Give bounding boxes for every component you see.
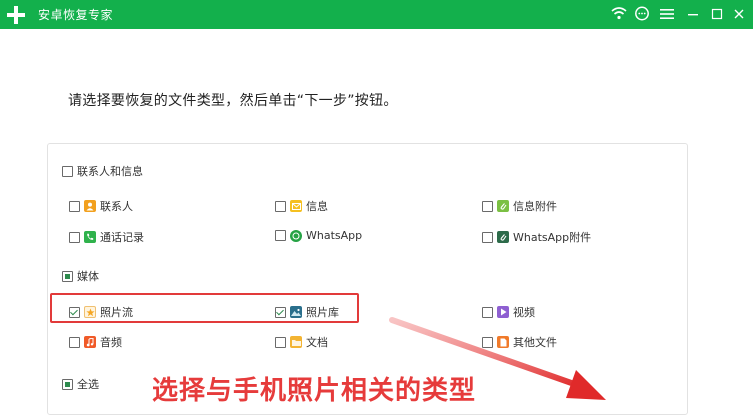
messages-icon (290, 200, 302, 212)
instruction-text: 请选择要恢复的文件类型，然后单击“下一步”按钮。 (68, 93, 398, 109)
option-whatsapp-attachments-label: WhatsApp附件 (513, 231, 592, 244)
option-message-attachments-label: 信息附件 (513, 200, 557, 213)
attachment-icon (497, 200, 509, 212)
select-all[interactable]: 全选 (62, 376, 99, 392)
audio-icon (84, 336, 96, 348)
category-media-label: 媒体 (77, 270, 99, 283)
option-messages[interactable]: 信息 (275, 198, 328, 214)
option-audio-label: 音频 (100, 336, 122, 349)
option-call-logs-checkbox[interactable] (69, 231, 80, 243)
close-icon[interactable] (730, 5, 748, 23)
option-documents-checkbox[interactable] (275, 336, 286, 348)
folder-icon (290, 336, 302, 348)
wifi-icon[interactable] (610, 5, 628, 23)
category-media-checkbox[interactable] (62, 270, 73, 282)
menu-icon[interactable] (658, 5, 676, 23)
contacts-icon (84, 200, 96, 212)
option-audio[interactable]: 音频 (69, 334, 122, 350)
option-whatsapp-label: WhatsApp (306, 229, 363, 242)
option-messages-checkbox[interactable] (275, 200, 286, 212)
option-documents-label: 文档 (306, 336, 328, 349)
highlight-box (50, 293, 359, 323)
whatsapp-icon (290, 229, 302, 242)
window-title: 安卓恢复专家 (38, 8, 114, 22)
annotation-text: 选择与手机照片相关的类型 (152, 376, 477, 406)
option-contacts-label: 联系人 (100, 200, 133, 213)
option-contacts[interactable]: 联系人 (69, 198, 133, 214)
minimize-icon[interactable] (684, 5, 702, 23)
option-call-logs-label: 通话记录 (100, 231, 144, 244)
chat-icon[interactable] (633, 5, 651, 23)
category-contacts-messages[interactable]: 联系人和信息 (62, 163, 143, 179)
app-logo-icon (7, 6, 25, 24)
phone-icon (84, 231, 96, 243)
option-whatsapp-checkbox[interactable] (275, 230, 286, 241)
category-contacts-messages-label: 联系人和信息 (77, 165, 143, 178)
category-media[interactable]: 媒体 (62, 268, 99, 284)
option-whatsapp[interactable]: WhatsApp (275, 229, 362, 242)
title-bar: 安卓恢复专家 (0, 0, 753, 29)
option-whatsapp-attachments[interactable]: WhatsApp附件 (482, 229, 591, 245)
option-call-logs[interactable]: 通话记录 (69, 229, 144, 245)
option-message-attachments-checkbox[interactable] (482, 200, 493, 212)
maximize-icon[interactable] (708, 5, 726, 23)
option-messages-label: 信息 (306, 200, 328, 213)
option-message-attachments[interactable]: 信息附件 (482, 198, 557, 214)
category-contacts-messages-checkbox[interactable] (62, 165, 73, 177)
whatsapp-attachment-icon (497, 231, 509, 243)
select-all-label: 全选 (77, 378, 99, 391)
option-contacts-checkbox[interactable] (69, 200, 80, 212)
option-audio-checkbox[interactable] (69, 336, 80, 348)
select-all-checkbox[interactable] (62, 378, 73, 390)
option-documents[interactable]: 文档 (275, 334, 328, 350)
option-whatsapp-attachments-checkbox[interactable] (482, 231, 493, 243)
